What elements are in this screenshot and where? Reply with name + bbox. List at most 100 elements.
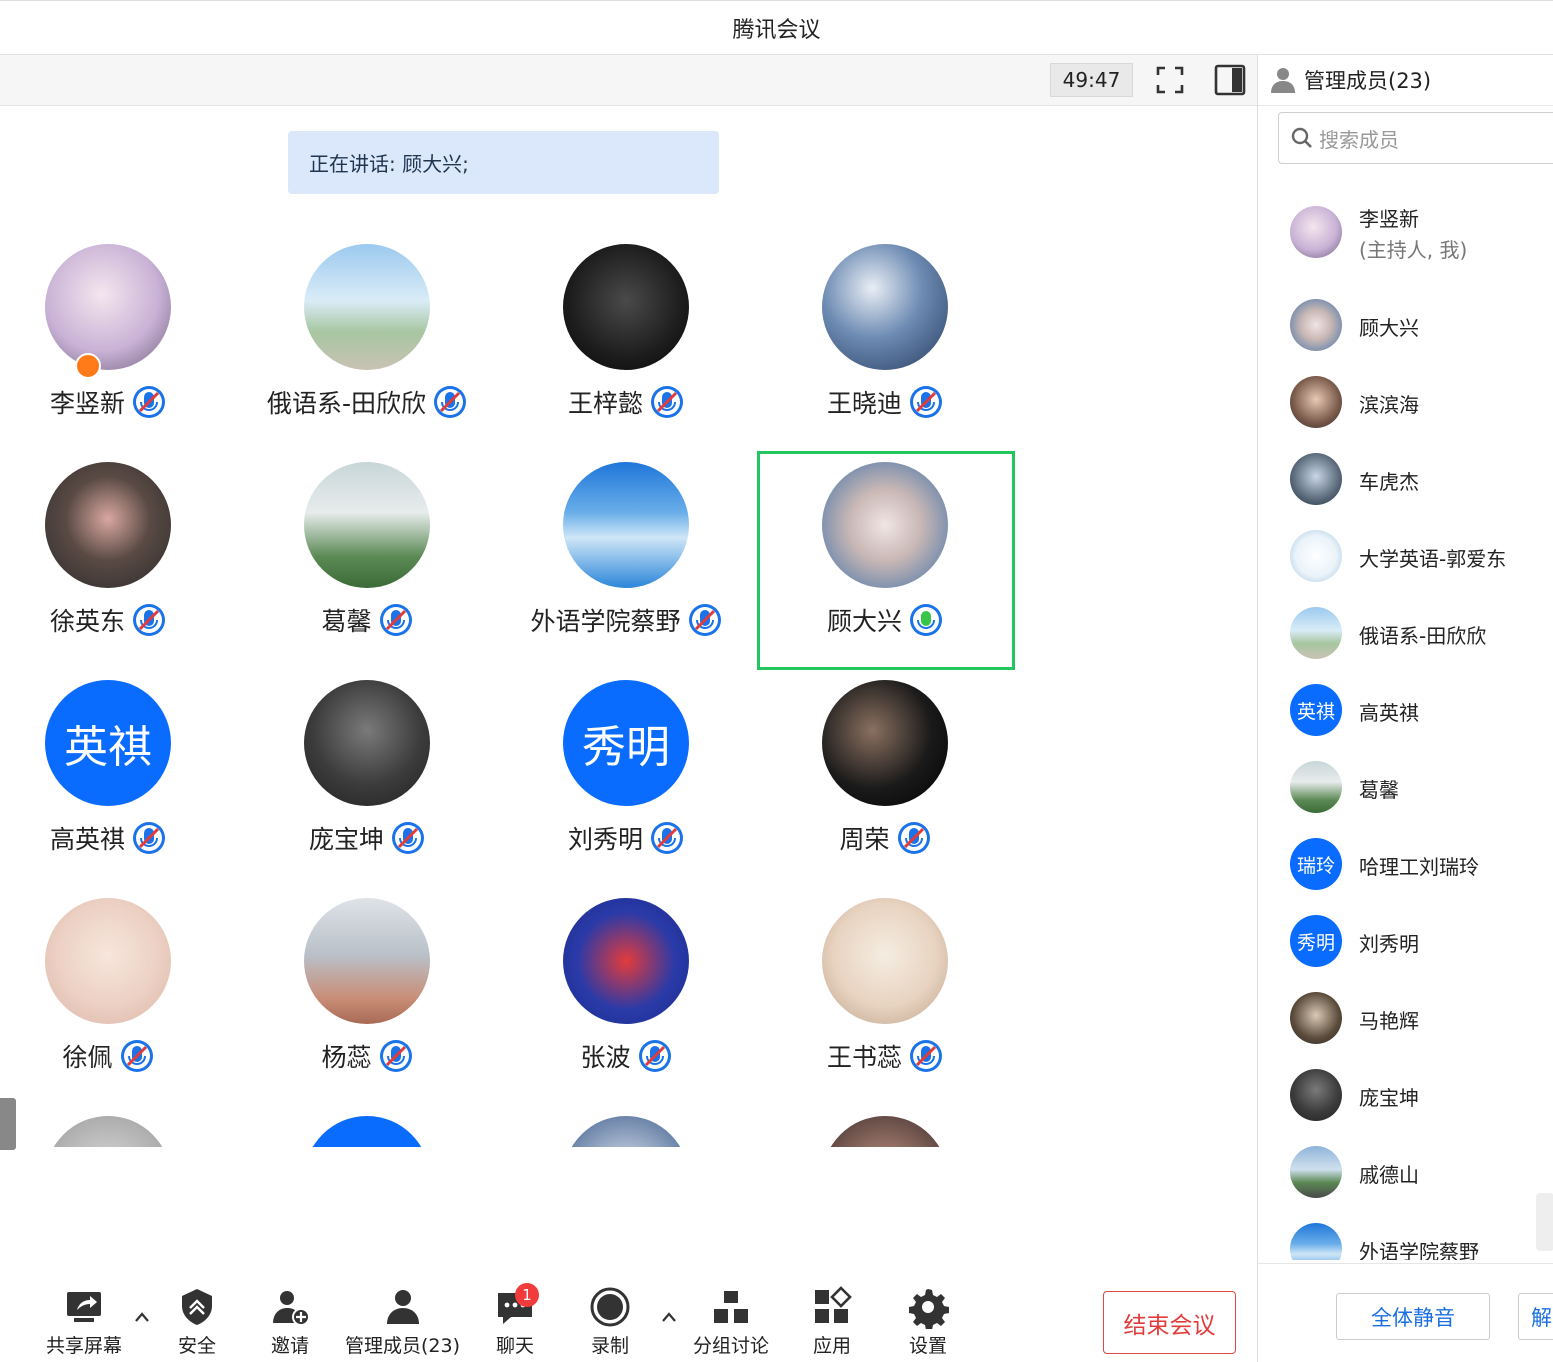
participant-nameline: 外语学院蔡野 <box>497 600 755 640</box>
toggle-sidebar-icon[interactable] <box>1213 63 1247 97</box>
settings-button[interactable]: 设置 <box>903 1285 953 1360</box>
window-title: 腾讯会议 <box>732 17 821 43</box>
participant-nameline: 高英祺 <box>0 818 237 858</box>
mic-muted-icon[interactable] <box>638 1039 672 1073</box>
member-list-item[interactable]: 戚德山 <box>1258 1132 1553 1209</box>
mic-muted-icon[interactable] <box>650 385 684 419</box>
member-search-input[interactable]: 搜索成员 <box>1278 112 1553 164</box>
participant-tile[interactable]: 英祺 高英祺 <box>0 666 237 884</box>
mic-muted-icon[interactable] <box>132 603 166 637</box>
mic-muted-icon[interactable] <box>379 1039 413 1073</box>
participant-name: 王晓迪 <box>826 389 902 418</box>
mic-muted-icon[interactable] <box>650 821 684 855</box>
mic-muted-icon[interactable] <box>433 385 467 419</box>
participant-tile[interactable]: 俄语系-田欣欣 <box>238 230 496 448</box>
end-meeting-button[interactable]: 结束会议 <box>1103 1291 1236 1354</box>
participant-tile[interactable]: 外语学院蔡野 <box>497 448 755 666</box>
participant-tile[interactable]: 秀明 刘秀明 <box>497 666 755 884</box>
member-list-item[interactable]: 秀明 刘秀明 <box>1258 901 1553 978</box>
scroll-handle[interactable] <box>0 1098 16 1150</box>
participant-name: 葛馨 <box>321 607 372 636</box>
breakout-rooms-button[interactable]: 分组讨论 <box>692 1285 770 1360</box>
member-list-item[interactable]: 滨滨海 <box>1258 362 1553 439</box>
member-avatar <box>1290 1146 1342 1198</box>
manage-members-label: 管理成员(23) <box>345 1335 461 1357</box>
chat-button[interactable]: 1 聊天 <box>490 1283 540 1360</box>
chat-unread-badge: 1 <box>515 1283 539 1307</box>
participant-tile[interactable]: 庞宝坤 <box>238 666 496 884</box>
chevron-up-icon[interactable] <box>134 1311 150 1323</box>
record-button[interactable]: 录制 <box>585 1285 635 1360</box>
mic-muted-icon[interactable] <box>120 1039 154 1073</box>
participant-tile[interactable]: 王书蕊 <box>756 884 1014 1102</box>
mic-muted-icon[interactable] <box>909 1039 943 1073</box>
member-list-item[interactable]: 英祺 高英祺 <box>1258 670 1553 747</box>
speaking-banner: 正在讲话: 顾大兴; <box>288 131 719 194</box>
fullscreen-icon[interactable] <box>1153 63 1187 97</box>
participant-tile[interactable]: 李竖新 <box>0 230 237 448</box>
apps-icon <box>815 1286 852 1323</box>
member-avatar <box>1290 376 1342 428</box>
participant-avatar <box>304 680 430 806</box>
manage-members-button[interactable]: 管理成员(23) <box>345 1285 460 1360</box>
members-panel-header: 管理成员(23) <box>1258 55 1553 106</box>
search-icon <box>1291 127 1312 148</box>
participant-tile[interactable]: 张波 <box>497 884 755 1102</box>
mic-muted-icon[interactable] <box>132 821 166 855</box>
member-list-item[interactable]: 瑞玲 哈理工刘瑞玲 <box>1258 824 1553 901</box>
member-list-item[interactable]: 庞宝坤 <box>1258 1055 1553 1132</box>
participant-name: 庞宝坤 <box>308 825 384 854</box>
unmute-all-button[interactable]: 解 <box>1518 1293 1553 1340</box>
member-list-item[interactable]: 李竖新 (主持人, 我) <box>1258 192 1553 269</box>
gear-icon <box>909 1289 949 1329</box>
participant-avatar <box>45 462 171 588</box>
mute-all-button[interactable]: 全体静音 <box>1336 1293 1490 1340</box>
member-list-item[interactable]: 外语学院蔡野 <box>1258 1209 1553 1260</box>
chevron-up-icon[interactable] <box>661 1311 677 1323</box>
members-icon <box>386 1290 419 1324</box>
member-name: 刘秀明 <box>1359 932 1419 956</box>
mic-muted-icon[interactable] <box>132 385 166 419</box>
mic-muted-icon[interactable] <box>688 603 722 637</box>
participant-avatar <box>304 462 430 588</box>
shield-icon <box>182 1289 212 1325</box>
participant-tile[interactable]: 徐佩 <box>0 884 237 1102</box>
breakout-label: 分组讨论 <box>692 1335 769 1357</box>
member-list-item[interactable]: 大学英语-郭爱东 <box>1258 516 1553 593</box>
member-list-item[interactable]: 葛馨 <box>1258 747 1553 824</box>
member-name: 大学英语-郭爱东 <box>1359 547 1507 571</box>
user-icon <box>1271 68 1295 93</box>
member-name: 马艳辉 <box>1359 1009 1419 1033</box>
mic-muted-icon[interactable] <box>909 385 943 419</box>
member-avatar: 瑞玲 <box>1290 838 1342 890</box>
participant-tile[interactable]: 周荣 <box>756 666 1014 884</box>
participant-name: 外语学院蔡野 <box>530 607 681 636</box>
member-list-item[interactable]: 车虎杰 <box>1258 439 1553 516</box>
invite-button[interactable]: 邀请 <box>265 1285 315 1360</box>
meeting-timer: 49:47 <box>1050 63 1133 97</box>
member-list-item[interactable]: 马艳辉 <box>1258 978 1553 1055</box>
mic-muted-icon[interactable] <box>379 603 413 637</box>
member-name: 葛馨 <box>1359 778 1399 802</box>
participant-avatar-partial <box>563 1116 689 1147</box>
participant-tile[interactable]: 葛馨 <box>238 448 496 666</box>
security-button[interactable]: 安全 <box>172 1285 222 1360</box>
member-avatar <box>1290 607 1342 659</box>
participant-tile[interactable]: 徐英东 <box>0 448 237 666</box>
chat-label: 聊天 <box>495 1335 534 1357</box>
member-list-item[interactable]: 顾大兴 <box>1258 285 1553 362</box>
share-screen-button[interactable]: 共享屏幕 <box>44 1285 124 1360</box>
share-screen-icon <box>67 1292 101 1322</box>
participant-avatar: 秀明 <box>563 680 689 806</box>
member-avatar <box>1290 992 1342 1044</box>
participant-tile[interactable]: 王梓懿 <box>497 230 755 448</box>
mic-muted-icon[interactable] <box>391 821 425 855</box>
apps-button[interactable]: 应用 <box>807 1285 857 1360</box>
mic-muted-icon[interactable] <box>897 821 931 855</box>
participant-tile[interactable]: 王晓迪 <box>756 230 1014 448</box>
member-list-item[interactable]: 俄语系-田欣欣 <box>1258 593 1553 670</box>
participant-tile[interactable]: 杨蕊 <box>238 884 496 1102</box>
participant-avatar <box>563 898 689 1024</box>
member-search-placeholder: 搜索成员 <box>1319 127 1399 152</box>
member-list-scrollbar[interactable] <box>1536 1193 1553 1251</box>
